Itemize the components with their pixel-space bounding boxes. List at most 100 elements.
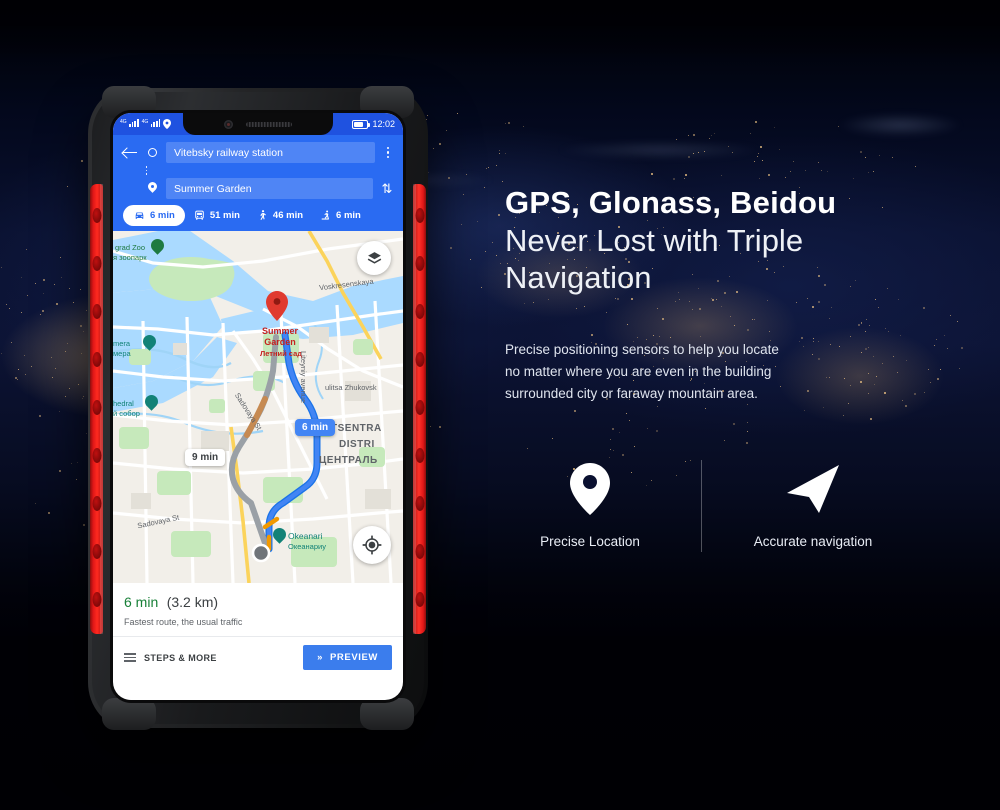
rail-dimple [415,496,424,511]
feature-icon-wrap [505,460,675,518]
status-bar-right: 12:02 [352,119,403,129]
earpiece-speaker [246,122,292,127]
feature-precise-location: Precise Location [505,460,675,549]
description-block: Precise positioning sensors to help you … [505,339,975,405]
directions-header: Vitebsky railway station Summer Garden ⇅ [113,135,403,231]
preview-label: PREVIEW [330,652,378,663]
travel-mode-transit[interactable]: 51 min [185,205,248,226]
rail-dimple [415,256,424,271]
chevrons-right-icon: » [317,652,323,663]
phone-mockup: 4G 4G 12:02 Vitebsky railway station Sum… [88,88,428,728]
back-arrow-icon[interactable] [121,144,139,162]
alternate-route-eta-bubble[interactable]: 9 min [185,449,225,466]
rideshare-icon [319,209,332,222]
map-label-cathedral: hedral [113,399,134,408]
phone-screen: 4G 4G 12:02 Vitebsky railway station Sum… [113,113,403,700]
travel-mode-walking-label: 46 min [273,210,303,221]
route-duration: 6 min [124,594,158,610]
route-summary-top: 6 min (3.2 km) Fastest route, the usual … [113,583,403,636]
phone-bumper-bottom-left [102,698,156,730]
origin-input[interactable]: Vitebsky railway station [166,142,375,163]
travel-mode-rideshare[interactable]: 6 min [311,205,369,226]
marketing-content: GPS, Glonass, Beidou Never Lost with Tri… [505,185,975,552]
origin-row: Vitebsky railway station [121,140,395,165]
map-label-district-3: ЦЕНТРАЛЬ [319,455,378,466]
route-distance: (3.2 km) [167,594,218,610]
poi-zoo-icon[interactable] [151,239,164,256]
status-bar-left: 4G 4G [113,119,171,129]
rail-dimple [415,544,424,559]
primary-route-eta-bubble[interactable]: 6 min [295,419,335,436]
rail-dimple [92,304,101,319]
origin-circle-icon [148,148,157,157]
navigation-arrow-icon [785,463,841,515]
map-label-summer-garden-2: Garden [249,338,311,347]
rail-dimple [92,496,101,511]
destination-input[interactable]: Summer Garden [166,178,373,199]
map-label-camera: mera [113,339,130,348]
map-label-okeanarium-ru: Океанариу [288,542,326,551]
status-bar-clock: 12:02 [372,119,395,129]
map-label-zoo-ru: я зоопарк [113,253,147,262]
feature-accurate-navigation: Accurate navigation [728,460,898,549]
transit-icon [193,209,206,222]
list-icon [124,653,136,661]
rail-dimple [415,352,424,367]
phone-side-rail-left [90,184,103,634]
preview-button[interactable]: » PREVIEW [303,645,392,670]
feature-divider [701,460,702,552]
map-label-district-2: DISTRI [339,439,375,450]
map-layers-button[interactable] [357,241,391,275]
description-line-2: no matter where you are even in the buil… [505,361,975,383]
swap-vertical-icon[interactable]: ⇅ [379,182,395,195]
map-label-liteyny: Liteyniy avenue [299,351,308,403]
rail-dimple [92,448,101,463]
poi-cathedral-icon[interactable] [145,395,158,412]
phone-side-rail-right [413,184,426,634]
route-card-actions: STEPS & MORE » PREVIEW [113,636,403,678]
map-label-cathedral-ru: й собор [113,409,140,418]
map-recenter-button[interactable] [353,526,391,564]
poi-camera-icon[interactable] [143,335,156,352]
map-canvas[interactable]: grad Zoo я зоопарк mera мера hedral й со… [113,231,403,583]
travel-mode-driving[interactable]: 6 min [123,205,185,226]
display-notch [183,113,333,135]
headline-bold: GPS, Glonass, Beidou [505,185,975,222]
feature-icon-wrap [728,460,898,518]
route-summary-headline: 6 min (3.2 km) [124,594,392,612]
kebab-menu-icon[interactable] [381,147,395,159]
signal-bars-icon [151,119,160,127]
rail-dimple [92,400,101,415]
rail-dimple [415,208,424,223]
map-label-zoo: grad Zoo [115,243,145,252]
location-pin-icon [163,119,171,129]
battery-icon [352,120,368,129]
destination-map-pin[interactable] [266,291,288,321]
travel-mode-rideshare-label: 6 min [336,210,361,221]
destination-value: Summer Garden [174,183,252,195]
headline-light-line-1: Never Lost with Triple [505,222,975,260]
route-subtitle: Fastest route, the usual traffic [124,617,392,627]
location-pin-icon [570,463,610,515]
travel-mode-driving-label: 6 min [150,210,175,221]
headline-light-line-2: Navigation [505,259,975,297]
travel-mode-walking[interactable]: 46 min [248,205,311,226]
steps-and-more-button[interactable]: STEPS & MORE [124,653,217,663]
map-label-okeanarium: Okeanari [288,531,323,541]
destination-pin-icon [148,182,157,195]
feature-precise-location-label: Precise Location [505,534,675,549]
network-indicator-2: 4G [142,119,161,129]
rail-dimple [92,256,101,271]
map-label-summer-garden-1: Summer [249,327,311,336]
rail-dimple [92,592,101,607]
phone-bumper-bottom-right [360,698,414,730]
poi-okeanarium-icon[interactable] [273,528,286,545]
feature-accurate-navigation-label: Accurate navigation [728,534,898,549]
layers-icon [366,250,383,267]
status-bar: 4G 4G 12:02 [113,113,403,135]
rail-dimple [415,448,424,463]
rail-dimple [92,544,101,559]
travel-mode-tabs: 6 min 51 min 46 min 6 min [121,201,395,231]
description-line-1: Precise positioning sensors to help you … [505,339,975,361]
travel-mode-transit-label: 51 min [210,210,240,221]
